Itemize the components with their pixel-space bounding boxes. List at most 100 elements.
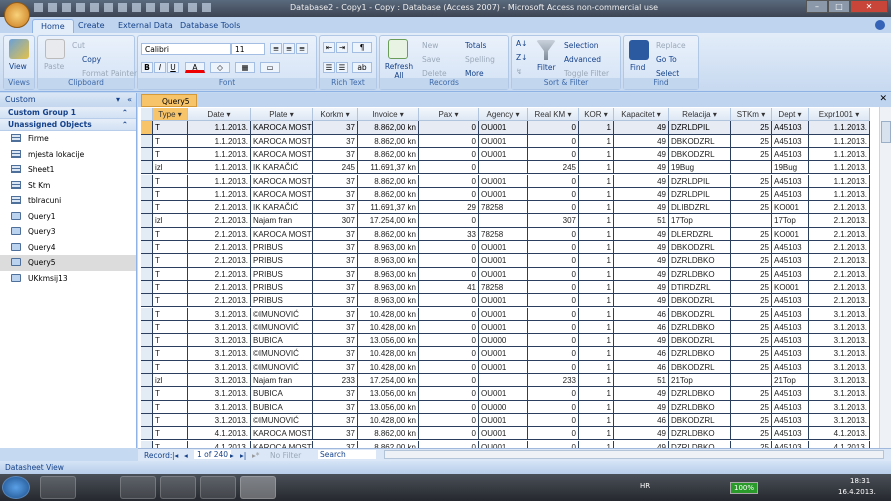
table-cell[interactable]: 1: [579, 413, 614, 428]
table-cell[interactable]: 3.1.2013.: [809, 307, 870, 321]
table-cell[interactable]: 25: [731, 413, 772, 428]
table-cell[interactable]: 1: [579, 347, 614, 361]
table-cell[interactable]: 8.862,00 kn: [358, 134, 419, 148]
new-record-button[interactable]: New: [422, 41, 438, 50]
row-selector[interactable]: [141, 413, 153, 428]
table-cell[interactable]: T: [153, 347, 188, 361]
table-cell[interactable]: izl: [153, 214, 188, 228]
font-name-select[interactable]: Calibri: [141, 43, 231, 55]
table-cell[interactable]: 13.056,00 kn: [358, 400, 419, 414]
table-cell[interactable]: 1: [579, 201, 614, 215]
table-cell[interactable]: 1: [579, 427, 614, 441]
table-cell[interactable]: 13.056,00 kn: [358, 334, 419, 348]
table-cell[interactable]: A45103: [772, 267, 809, 281]
column-header[interactable]: Agency ▾: [479, 108, 528, 122]
table-cell[interactable]: 37: [313, 347, 358, 361]
table-row[interactable]: izl 3.1.2013. Najam fran 233 17.254,00 kn 0 23…: [141, 374, 870, 388]
table-cell[interactable]: 0: [419, 387, 479, 401]
table-cell[interactable]: 2.1.2013.: [188, 241, 251, 255]
table-cell[interactable]: T: [153, 147, 188, 162]
fill-color-icon[interactable]: ◇: [210, 62, 230, 73]
table-cell[interactable]: DZRLDBKO: [669, 254, 731, 268]
table-cell[interactable]: 2.1.2013.: [188, 201, 251, 215]
increase-indent-icon[interactable]: ⇥: [336, 42, 348, 53]
underline-button[interactable]: U: [167, 62, 179, 73]
row-selector[interactable]: [141, 347, 153, 361]
table-cell[interactable]: 3.1.2013.: [188, 387, 251, 401]
table-cell[interactable]: KAROCA MOST: [251, 440, 313, 448]
table-cell[interactable]: [731, 161, 772, 175]
table-cell[interactable]: 0: [528, 294, 579, 308]
table-cell[interactable]: 25: [731, 294, 772, 308]
table-cell[interactable]: DBKODZRL: [669, 360, 731, 374]
table-cell[interactable]: 2.1.2013.: [809, 280, 870, 295]
table-cell[interactable]: 17.254,00 kn: [358, 214, 419, 228]
row-selector[interactable]: [141, 280, 153, 295]
table-cell[interactable]: DBKODZRL: [669, 334, 731, 348]
table-cell[interactable]: OU001: [479, 294, 528, 308]
table-cell[interactable]: A45103: [772, 121, 809, 135]
column-header[interactable]: Invoice ▾: [358, 108, 419, 122]
table-cell[interactable]: ©IMUNOVIĆ: [251, 413, 313, 428]
row-selector[interactable]: [141, 201, 153, 215]
copy-button[interactable]: Copy: [82, 55, 101, 64]
table-cell[interactable]: 25: [731, 360, 772, 374]
column-header[interactable]: Relacija ▾: [669, 108, 731, 122]
table-cell[interactable]: OU001: [479, 254, 528, 268]
table-cell[interactable]: 49: [614, 174, 669, 188]
table-cell[interactable]: 3.1.2013.: [188, 334, 251, 348]
table-cell[interactable]: T: [153, 280, 188, 295]
table-cell[interactable]: 25: [731, 121, 772, 135]
table-cell[interactable]: 3.1.2013.: [809, 360, 870, 374]
table-cell[interactable]: 2.1.2013.: [188, 214, 251, 228]
table-cell[interactable]: T: [153, 360, 188, 374]
table-cell[interactable]: DZRLDPIL: [669, 121, 731, 135]
table-cell[interactable]: OU001: [479, 121, 528, 135]
table-cell[interactable]: 0: [419, 307, 479, 321]
table-cell[interactable]: 2.1.2013.: [188, 294, 251, 308]
table-cell[interactable]: 0: [419, 267, 479, 281]
table-cell[interactable]: OU001: [479, 147, 528, 162]
table-cell[interactable]: 0: [419, 334, 479, 348]
scroll-thumb[interactable]: [881, 121, 891, 143]
tab-home[interactable]: Home: [32, 19, 74, 33]
table-cell[interactable]: 0: [528, 413, 579, 428]
table-cell[interactable]: 245: [313, 161, 358, 175]
table-cell[interactable]: 2.1.2013.: [809, 241, 870, 255]
table-cell[interactable]: A45103: [772, 147, 809, 162]
table-cell[interactable]: A45103: [772, 440, 809, 448]
nav-item[interactable]: Query1: [0, 209, 136, 225]
table-row[interactable]: T 1.1.2013. KAROCA MOST 37 8.862,00 kn 0 OU001…: [141, 147, 870, 162]
table-cell[interactable]: 0: [528, 147, 579, 162]
row-selector[interactable]: [141, 134, 153, 148]
table-cell[interactable]: 19Bug: [669, 161, 731, 175]
table-cell[interactable]: 37: [313, 307, 358, 321]
replace-button[interactable]: Replace: [656, 41, 686, 50]
table-cell[interactable]: 0: [419, 360, 479, 374]
table-row[interactable]: izl 2.1.2013. Najam fran 307 17.254,00 kn 0 30…: [141, 214, 870, 228]
table-cell[interactable]: DZRLDBKO: [669, 347, 731, 361]
table-cell[interactable]: 0: [528, 347, 579, 361]
table-cell[interactable]: 37: [313, 334, 358, 348]
table-cell[interactable]: 37: [313, 201, 358, 215]
table-cell[interactable]: OU000: [479, 400, 528, 414]
table-cell[interactable]: T: [153, 427, 188, 441]
table-cell[interactable]: 49: [614, 201, 669, 215]
row-selector[interactable]: [141, 241, 153, 255]
table-cell[interactable]: 49: [614, 280, 669, 295]
table-cell[interactable]: 2.1.2013.: [188, 267, 251, 281]
table-cell[interactable]: 37: [313, 320, 358, 335]
table-cell[interactable]: 245: [528, 161, 579, 175]
table-row[interactable]: T 2.1.2013. PRIBUS 37 8.963,00 kn 0 OU001 0 1 49 D…: [141, 254, 870, 268]
table-cell[interactable]: PRIBUS: [251, 241, 313, 255]
table-cell[interactable]: Najam fran: [251, 214, 313, 228]
table-cell[interactable]: 19Bug: [772, 161, 809, 175]
table-cell[interactable]: 25: [731, 267, 772, 281]
table-cell[interactable]: 4.1.2013.: [188, 427, 251, 441]
table-cell[interactable]: 3.1.2013.: [809, 334, 870, 348]
bullets-icon[interactable]: ☰: [336, 62, 348, 73]
table-cell[interactable]: DBKODZRL: [669, 413, 731, 428]
row-selector[interactable]: [141, 214, 153, 228]
paste-button[interactable]: Paste: [44, 62, 64, 71]
table-cell[interactable]: 21Top: [669, 374, 731, 388]
